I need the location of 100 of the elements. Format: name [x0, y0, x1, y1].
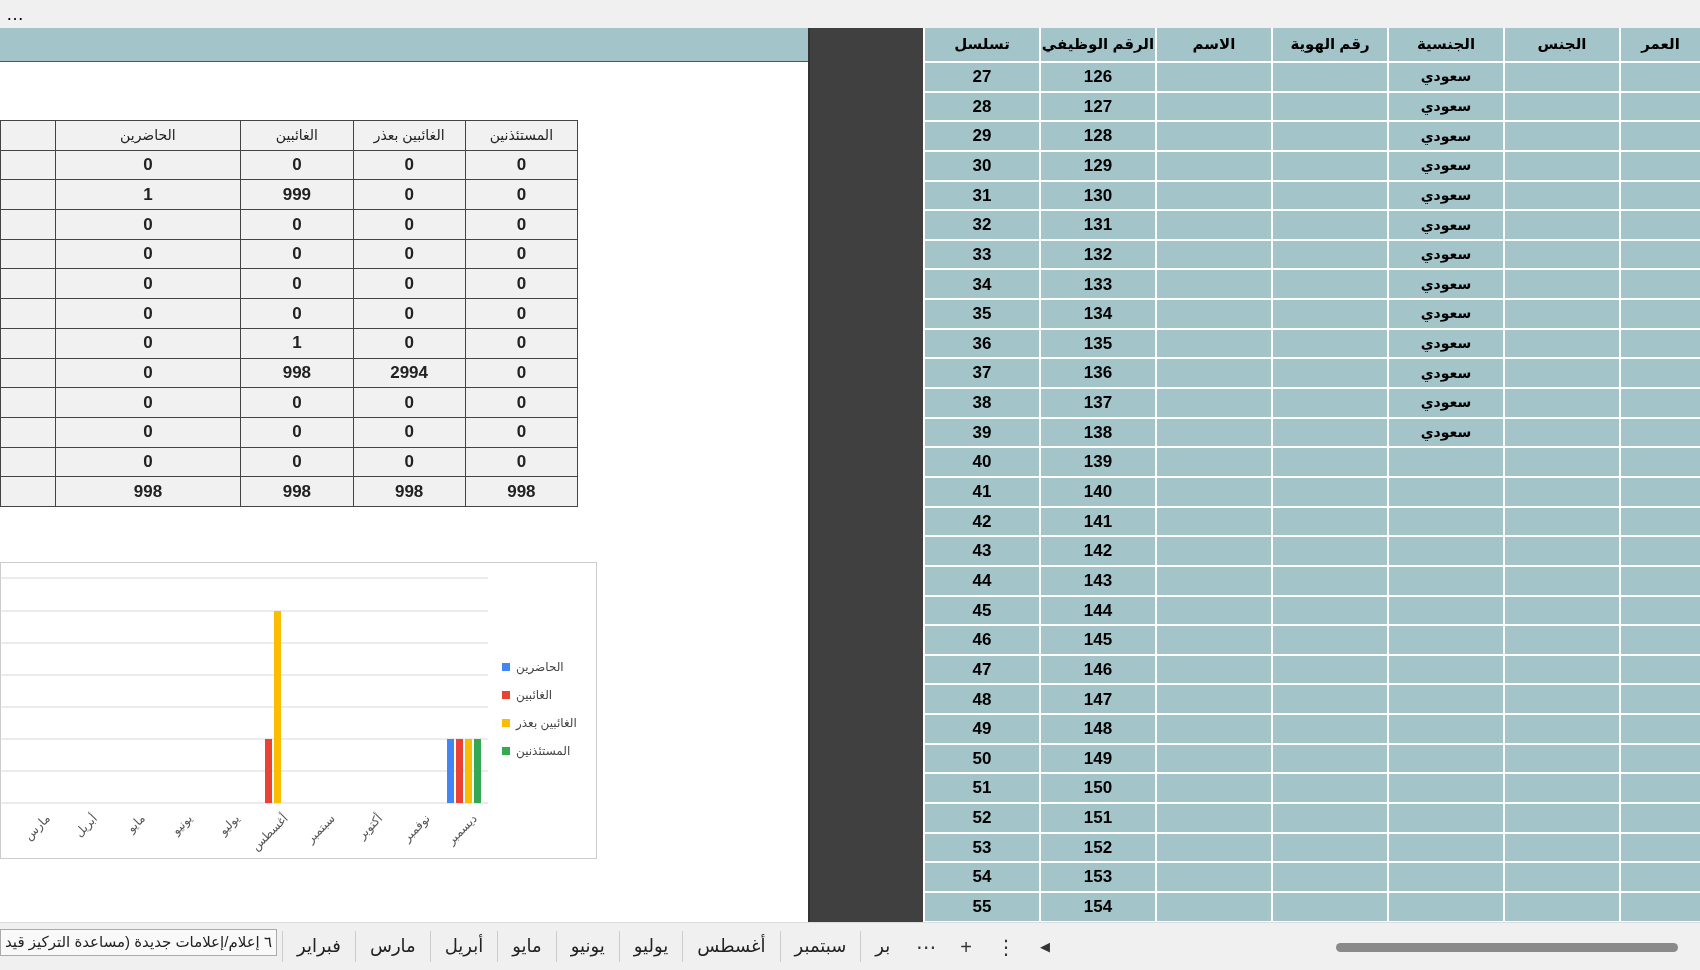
table-cell: [0, 179, 56, 210]
table-cell: سعودي: [1388, 269, 1504, 300]
notification-tooltip: ٦ إعلام/إعلامات جديدة (مساعدة التركيز قيد: [0, 929, 277, 956]
table-cell: 126: [1040, 62, 1156, 92]
table-cell: 0: [465, 417, 578, 448]
column-header: رقم الهوية: [1272, 28, 1388, 62]
table-cell: 36: [924, 328, 1040, 359]
axis-label: أبريل: [71, 810, 102, 841]
sheet-tab[interactable]: أبريل: [430, 931, 499, 962]
sheet-tab[interactable]: يونيو: [556, 931, 620, 962]
table-cell: سعودي: [1388, 328, 1504, 359]
axis-label: مايو: [123, 810, 149, 837]
table-cell: 40: [924, 447, 1040, 477]
table-cell: 0: [240, 387, 353, 418]
table-cell: 141: [1040, 506, 1156, 537]
table-cell: سعودي: [1388, 62, 1504, 92]
table-cell: 145: [1040, 625, 1156, 655]
legend-label: الغائبين: [516, 686, 553, 704]
options-button[interactable]: ⋮: [983, 931, 1028, 962]
more-button[interactable]: …: [0, 5, 30, 23]
sheet-tab[interactable]: يوليو: [619, 931, 684, 962]
column-header: الرقم الوظيفي: [1040, 28, 1156, 62]
table-cell: [0, 120, 56, 151]
scrollbar-thumb[interactable]: [1335, 942, 1678, 952]
table-cell: 54: [924, 862, 1040, 892]
table-cell: 0: [465, 179, 578, 210]
table-cell: 44: [924, 565, 1040, 596]
table-cell: 149: [1040, 743, 1156, 774]
table-cell: 999: [240, 179, 353, 210]
table-cell: 0: [465, 268, 578, 299]
axis-label: نوفمبر: [398, 810, 434, 846]
legend-label: المستئذنين: [516, 742, 571, 760]
table-cell: 133: [1040, 269, 1156, 300]
column-header: الغائبين بعذر: [353, 120, 466, 151]
sheet-tab[interactable]: مارس: [355, 931, 431, 962]
table-cell: 0: [465, 387, 578, 418]
column-header: تسلسل: [924, 28, 1040, 62]
axis-label: أكتوبر: [354, 810, 387, 844]
table-cell: 0: [55, 328, 241, 358]
table-cell: [0, 358, 56, 388]
table-cell: 33: [924, 239, 1040, 270]
table-cell: 30: [924, 150, 1040, 181]
table-cell: 48: [924, 684, 1040, 715]
table-cell: [0, 239, 56, 269]
table-cell: 129: [1040, 150, 1156, 181]
table-cell: 150: [1040, 773, 1156, 803]
table-cell: 1: [240, 328, 353, 358]
table-cell: 0: [353, 387, 466, 418]
table-cell: 1: [55, 179, 241, 210]
table-cell: 39: [924, 417, 1040, 448]
table-cell: 28: [924, 91, 1040, 122]
sheet-tab[interactable]: أغسطس: [683, 931, 781, 962]
table-cell: 0: [240, 298, 353, 329]
sheet-tab[interactable]: سبتمبر: [780, 931, 862, 962]
sheet-tab[interactable]: بر: [861, 931, 905, 962]
table-cell: 135: [1040, 328, 1156, 359]
table-cell: 128: [1040, 121, 1156, 151]
scroll-left-button[interactable]: ◀: [1027, 936, 1062, 957]
table-cell: [0, 298, 56, 329]
table-cell: 0: [465, 298, 578, 329]
table-cell: 0: [55, 417, 241, 448]
table-cell: سعودي: [1388, 121, 1504, 151]
table-cell: سعودي: [1388, 180, 1504, 211]
column-header: المستئذنين: [465, 120, 578, 151]
table-cell: 0: [55, 150, 241, 180]
table-cell: 998: [465, 476, 578, 507]
table-cell: 0: [353, 150, 466, 180]
table-cell: 148: [1040, 714, 1156, 744]
table-cell: 127: [1040, 91, 1156, 122]
table-cell: سعودي: [1388, 299, 1504, 329]
table-cell: 51: [924, 773, 1040, 803]
table-cell: 0: [353, 298, 466, 329]
bar: [456, 738, 463, 803]
table-cell: سعودي: [1388, 358, 1504, 389]
table-cell: 41: [924, 476, 1040, 507]
table-cell: سعودي: [1388, 150, 1504, 181]
table-cell: 143: [1040, 565, 1156, 596]
table-cell: 0: [240, 417, 353, 448]
table-cell: 0: [465, 328, 578, 358]
table-cell: 45: [924, 595, 1040, 626]
add-sheet-button[interactable]: +: [948, 931, 984, 962]
table-cell: 46: [924, 625, 1040, 655]
more-tabs-button[interactable]: ⋯: [904, 931, 949, 962]
table-cell: 0: [55, 209, 241, 240]
table-cell: 0: [353, 179, 466, 210]
bar: [474, 738, 481, 803]
table-cell: 31: [924, 180, 1040, 211]
table-cell: 998: [240, 358, 353, 388]
table-cell: سعودي: [1388, 239, 1504, 270]
column-header: الجنس: [1504, 28, 1620, 62]
table-cell: 0: [55, 239, 241, 269]
table-cell: 0: [353, 209, 466, 240]
table-cell: 0: [353, 417, 466, 448]
sheet-tab[interactable]: فبراير: [282, 931, 356, 962]
table-cell: 49: [924, 714, 1040, 744]
table-cell: 132: [1040, 239, 1156, 270]
bar: [465, 738, 472, 803]
sheet-tab[interactable]: مايو: [498, 931, 557, 962]
table-cell: 998: [240, 476, 353, 507]
table-cell: 154: [1040, 891, 1156, 922]
